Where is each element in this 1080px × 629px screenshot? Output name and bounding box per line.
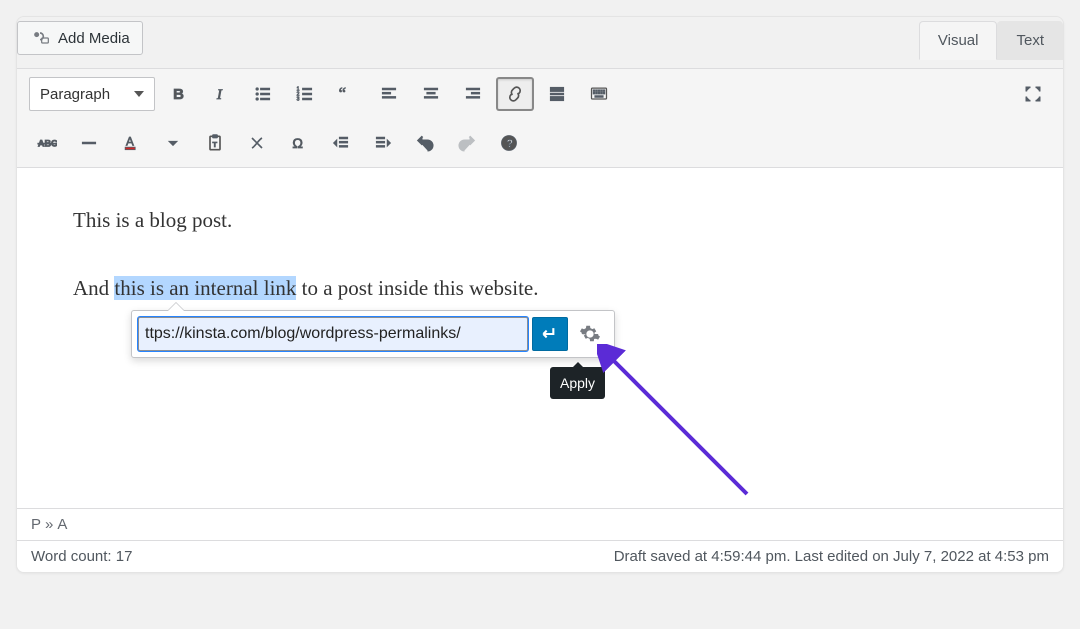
svg-text:?: ? <box>507 138 514 150</box>
quote-button[interactable]: “ <box>329 78 365 110</box>
horizontal-rule-button[interactable] <box>71 127 107 159</box>
gear-icon <box>579 323 601 345</box>
svg-text:3: 3 <box>297 97 300 103</box>
read-more-button[interactable] <box>539 78 575 110</box>
help-button[interactable]: ? <box>491 127 527 159</box>
add-media-label: Add Media <box>58 30 130 47</box>
path-separator: » <box>45 516 53 533</box>
bold-button[interactable]: B <box>161 78 197 110</box>
word-count: Word count: 17 <box>31 548 132 565</box>
tab-text[interactable]: Text <box>997 21 1063 60</box>
save-status: Draft saved at 4:59:44 pm. Last edited o… <box>614 548 1049 565</box>
redo-button[interactable] <box>449 127 485 159</box>
selected-link-text[interactable]: this is an internal link <box>114 276 296 300</box>
editor-toolbar: Paragraph B I 123 “ ABC A T Ω <box>17 68 1063 168</box>
link-settings-button[interactable] <box>572 317 608 351</box>
classic-editor: Add Media Visual Text Paragraph B I 123 … <box>16 16 1064 573</box>
outdent-button[interactable] <box>323 127 359 159</box>
link-url-input[interactable] <box>138 317 528 351</box>
annotation-arrow <box>597 344 757 504</box>
apply-link-button[interactable] <box>532 317 568 351</box>
editor-content[interactable]: This is a blog post. And this is an inte… <box>17 168 1063 508</box>
toolbar-toggle-button[interactable] <box>581 78 617 110</box>
enter-icon <box>540 324 560 344</box>
paste-text-button[interactable]: T <box>197 127 233 159</box>
insert-link-button[interactable] <box>497 78 533 110</box>
align-center-button[interactable] <box>413 78 449 110</box>
path-p[interactable]: P <box>31 516 41 533</box>
special-char-button[interactable]: Ω <box>281 127 317 159</box>
word-count-label: Word count: <box>31 548 116 565</box>
bullet-list-button[interactable] <box>245 78 281 110</box>
apply-tooltip: Apply <box>550 367 605 399</box>
tab-visual[interactable]: Visual <box>919 21 998 60</box>
strikethrough-button[interactable]: ABC <box>29 127 65 159</box>
toolbar-row-2: ABC A T Ω ? <box>17 119 1063 167</box>
status-bar: Word count: 17 Draft saved at 4:59:44 pm… <box>17 540 1063 572</box>
media-tabs-row: Add Media Visual Text <box>17 17 1063 68</box>
svg-text:T: T <box>213 140 218 149</box>
block-format-select[interactable]: Paragraph <box>29 77 155 111</box>
align-right-button[interactable] <box>455 78 491 110</box>
svg-text:Ω: Ω <box>292 136 303 152</box>
editor-tabs: Visual Text <box>919 21 1063 60</box>
para2-after: to a post inside this website. <box>296 276 538 300</box>
text-color-button[interactable]: A <box>113 127 149 159</box>
para2-before: And <box>73 276 114 300</box>
toolbar-row-1: Paragraph B I 123 “ <box>17 69 1063 119</box>
align-left-button[interactable] <box>371 78 407 110</box>
svg-text:A: A <box>126 136 134 149</box>
italic-button[interactable]: I <box>203 78 239 110</box>
numbered-list-button[interactable]: 123 <box>287 78 323 110</box>
block-format-label: Paragraph <box>40 86 110 103</box>
svg-text:B: B <box>173 86 184 103</box>
svg-text:I: I <box>216 87 223 103</box>
svg-text:ABC: ABC <box>38 138 57 148</box>
fullscreen-button[interactable] <box>1015 78 1051 110</box>
paragraph-1[interactable]: This is a blog post. <box>73 204 1007 238</box>
element-path: P » A <box>17 508 1063 540</box>
word-count-value: 17 <box>116 548 133 565</box>
text-color-dropdown[interactable] <box>155 127 191 159</box>
clear-formatting-button[interactable] <box>239 127 275 159</box>
media-icon <box>30 28 50 48</box>
link-insert-popup: Apply <box>131 310 615 358</box>
svg-text:“: “ <box>339 84 346 103</box>
indent-button[interactable] <box>365 127 401 159</box>
add-media-button[interactable]: Add Media <box>17 21 143 55</box>
paragraph-2[interactable]: And this is an internal link to a post i… <box>73 272 1007 306</box>
path-a[interactable]: A <box>57 516 67 533</box>
undo-button[interactable] <box>407 127 443 159</box>
chevron-down-icon <box>134 91 144 97</box>
